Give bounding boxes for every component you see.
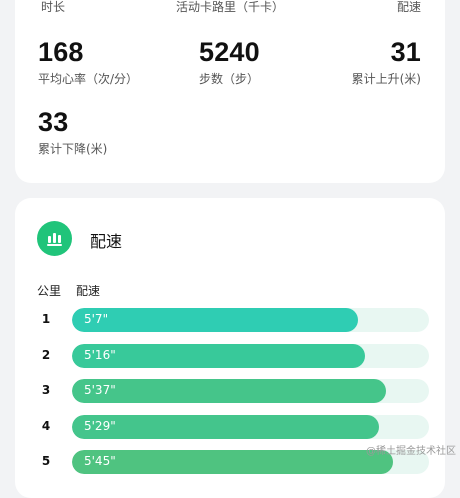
active-calories-label: 活动卡路里（千卡） — [176, 0, 285, 14]
elevation-loss-label: 累计下降(米) — [38, 142, 108, 156]
pace-value: 5'37" — [84, 383, 116, 397]
pace-value: 5'7" — [84, 312, 109, 326]
avg-heart-rate-stat: 168 平均心率（次/分） — [38, 37, 138, 87]
pace-row: 1 5'7" — [15, 308, 445, 332]
elevation-loss-stat: 33 累计下降(米) — [38, 107, 107, 157]
pace-bar-track: 5'7" — [72, 308, 429, 332]
pace-bar: 5'7" — [72, 308, 358, 332]
km-number: 5 — [41, 454, 51, 468]
steps-label: 步数（步） — [199, 72, 260, 86]
km-number: 3 — [41, 383, 51, 397]
km-number: 4 — [41, 418, 51, 433]
pace-bar: 5'16" — [72, 343, 365, 368]
pace-label: 配速 — [396, 0, 421, 14]
pace-column-header: 配速 — [76, 284, 101, 298]
pace-row: 2 5'16" — [15, 343, 445, 368]
steps-stat: 5240 步数（步） — [199, 37, 260, 87]
pace-value: 5'45" — [84, 454, 116, 468]
km-number: 1 — [41, 312, 51, 326]
elevation-loss-value: 33 — [38, 107, 69, 137]
km-number: 2 — [41, 347, 51, 362]
watermark: @稀土掘金技术社区 — [366, 446, 456, 457]
pace-bar-track: 5'37" — [72, 379, 429, 403]
pace-section-title: 配速 — [90, 232, 123, 251]
pace-row: 4 5'29" — [15, 414, 445, 439]
elevation-gain-stat: 31 累计上升(米) — [352, 37, 421, 87]
pace-bar: 5'37" — [72, 379, 387, 403]
avg-heart-rate-label: 平均心率（次/分） — [38, 72, 139, 86]
pace-bar-track: 5'16" — [72, 343, 429, 368]
elevation-gain-label: 累计上升(米) — [351, 72, 421, 86]
pace-value: 5'16" — [84, 347, 116, 362]
steps-value: 5240 — [199, 37, 260, 67]
pace-bar: 5'45" — [72, 450, 394, 474]
pace-value: 5'29" — [84, 418, 116, 433]
avg-heart-rate-value: 168 — [38, 37, 84, 67]
pace-row: 3 5'37" — [15, 379, 445, 403]
elevation-gain-value: 31 — [390, 37, 421, 67]
workout-summary-card: 时长 活动卡路里（千卡） 配速 168 平均心率（次/分） 5240 步数（步）… — [15, 0, 445, 183]
pace-bar-track: 5'29" — [72, 414, 429, 439]
bar-chart-icon — [37, 221, 72, 256]
duration-label: 时长 — [41, 0, 66, 14]
pace-bar: 5'29" — [72, 414, 380, 439]
km-column-header: 公里 — [37, 284, 62, 298]
